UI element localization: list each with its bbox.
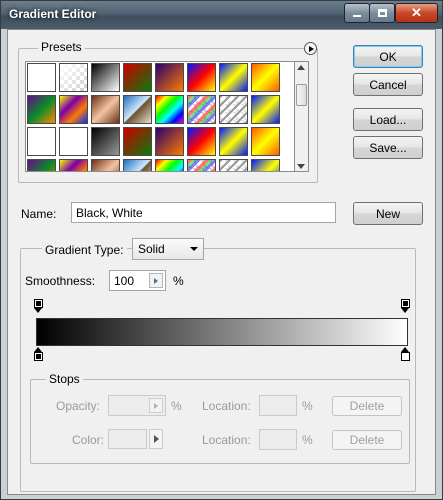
color-location-percent: %: [302, 433, 313, 447]
preset-swatch-partial-1[interactable]: [27, 159, 56, 171]
opacity-delete-button[interactable]: Delete: [332, 396, 402, 416]
maximize-icon: [377, 9, 387, 17]
smoothness-value: 100: [114, 274, 135, 288]
gradient-type-select[interactable]: Solid: [132, 238, 204, 260]
preset-swatch-copper[interactable]: [91, 95, 120, 124]
preset-swatch-partial-3[interactable]: [91, 159, 120, 171]
preset-swatch-yellow-violet-orange-blue[interactable]: [59, 95, 88, 124]
scroll-down-arrow-icon[interactable]: [297, 164, 305, 169]
stops-label: Stops: [46, 372, 83, 386]
chevron-down-icon: [190, 247, 198, 251]
opacity-location-percent: %: [302, 399, 313, 413]
presets-label: Presets: [38, 40, 85, 54]
gradient-type-label: Gradient Type:: [42, 243, 127, 257]
preset-swatch-foreground-to-transparent[interactable]: [59, 63, 88, 92]
opacity-slider-arrow-icon[interactable]: [149, 398, 163, 413]
minimize-icon: [353, 15, 361, 17]
name-label: Name:: [21, 207, 57, 221]
opacity-percent: %: [171, 399, 182, 413]
gradient-name-input[interactable]: Black, White: [71, 202, 336, 223]
preset-swatch-partial-2[interactable]: [59, 159, 88, 171]
save-button[interactable]: Save...: [353, 136, 423, 159]
preset-swatch-orange-yellow-orange[interactable]: [251, 63, 280, 92]
preset-swatch-partial-6[interactable]: [187, 159, 216, 171]
preset-swatch-violet-orange[interactable]: [155, 63, 184, 92]
smoothness-slider-arrow-icon[interactable]: [149, 273, 163, 288]
maximize-button[interactable]: [369, 3, 395, 23]
stops-group: [30, 379, 410, 464]
preset-swatch-chrome[interactable]: [123, 95, 152, 124]
color-stop-right[interactable]: [401, 347, 410, 361]
load-button[interactable]: Load...: [353, 108, 423, 131]
preset-swatch-blue-yellow-blue-2[interactable]: [219, 127, 248, 156]
opacity-location-input[interactable]: [259, 395, 297, 416]
window-title: Gradient Editor: [9, 7, 97, 21]
right-arrow-icon: [154, 435, 159, 443]
preset-swatch-transparent-rainbow[interactable]: [187, 95, 216, 124]
preset-swatch-violet-orange-2[interactable]: [155, 127, 184, 156]
title-bar[interactable]: Gradient Editor ✕: [1, 1, 442, 29]
opacity-stop-right[interactable]: [401, 299, 410, 313]
presets-scrollbar[interactable]: [295, 61, 309, 172]
preset-swatch-partial-7[interactable]: [219, 159, 248, 171]
preset-swatch-black-white[interactable]: [91, 63, 120, 92]
gradient-preview-bar[interactable]: [36, 318, 408, 346]
preset-swatch-white-black[interactable]: [59, 127, 88, 156]
play-circle-icon: [308, 45, 314, 52]
close-button[interactable]: ✕: [395, 3, 438, 23]
preset-swatch-partial-8[interactable]: [251, 159, 280, 171]
opacity-input[interactable]: [108, 395, 166, 416]
color-stop-left[interactable]: [34, 347, 43, 361]
presets-menu-button[interactable]: [304, 42, 317, 55]
preset-swatch-blue-red-yellow[interactable]: [187, 63, 216, 92]
color-label: Color:: [72, 433, 105, 447]
smoothness-label: Smoothness:: [25, 274, 96, 288]
preset-swatch-orange-yellow-orange-2[interactable]: [251, 127, 280, 156]
preset-swatch-partial-4[interactable]: [123, 159, 152, 171]
preset-swatch-partial-5[interactable]: [155, 159, 184, 171]
ok-button[interactable]: OK: [353, 45, 423, 68]
preset-swatch-red-green[interactable]: [123, 63, 152, 92]
gradient-editor-window: Gradient Editor ✕ Presets OK Cancel Load…: [0, 0, 443, 500]
preset-swatch-spectrum[interactable]: [155, 95, 184, 124]
smoothness-percent: %: [173, 274, 184, 288]
preset-swatch-red-green-2[interactable]: [123, 127, 152, 156]
minimize-button[interactable]: [344, 3, 370, 23]
color-delete-button[interactable]: Delete: [332, 430, 402, 450]
color-location-label: Location:: [202, 433, 251, 447]
stop-color-swatch[interactable]: [108, 429, 147, 449]
preset-swatch-blue-red-yellow-2[interactable]: [187, 127, 216, 156]
preset-swatch-transparent-stripes[interactable]: [219, 95, 248, 124]
color-menu-arrow-button[interactable]: [149, 429, 163, 449]
opacity-location-label: Location:: [202, 399, 251, 413]
close-icon: ✕: [411, 5, 422, 20]
color-location-input[interactable]: [259, 429, 297, 450]
preset-swatch-blue-yellow-diag[interactable]: [251, 95, 280, 124]
preset-swatch-foreground-to-background[interactable]: [27, 63, 56, 92]
opacity-label: Opacity:: [56, 399, 101, 413]
gradient-type-value: Solid: [138, 242, 165, 256]
scroll-thumb[interactable]: [296, 84, 307, 106]
preset-swatch-black-white-2[interactable]: [27, 127, 56, 156]
opacity-stop-left[interactable]: [34, 299, 43, 313]
preset-swatch-dark-gray[interactable]: [91, 127, 120, 156]
preset-swatch-blue-yellow-blue[interactable]: [219, 63, 248, 92]
cancel-button[interactable]: Cancel: [353, 73, 423, 96]
preset-swatch-grid[interactable]: [25, 61, 295, 172]
preset-swatch-violet-green-orange[interactable]: [27, 95, 56, 124]
scroll-up-arrow-icon[interactable]: [297, 65, 305, 70]
new-button[interactable]: New: [353, 202, 423, 225]
dialog-client-area: Presets OK Cancel Load... Save... Name: …: [7, 29, 436, 495]
smoothness-input[interactable]: 100: [109, 270, 166, 291]
